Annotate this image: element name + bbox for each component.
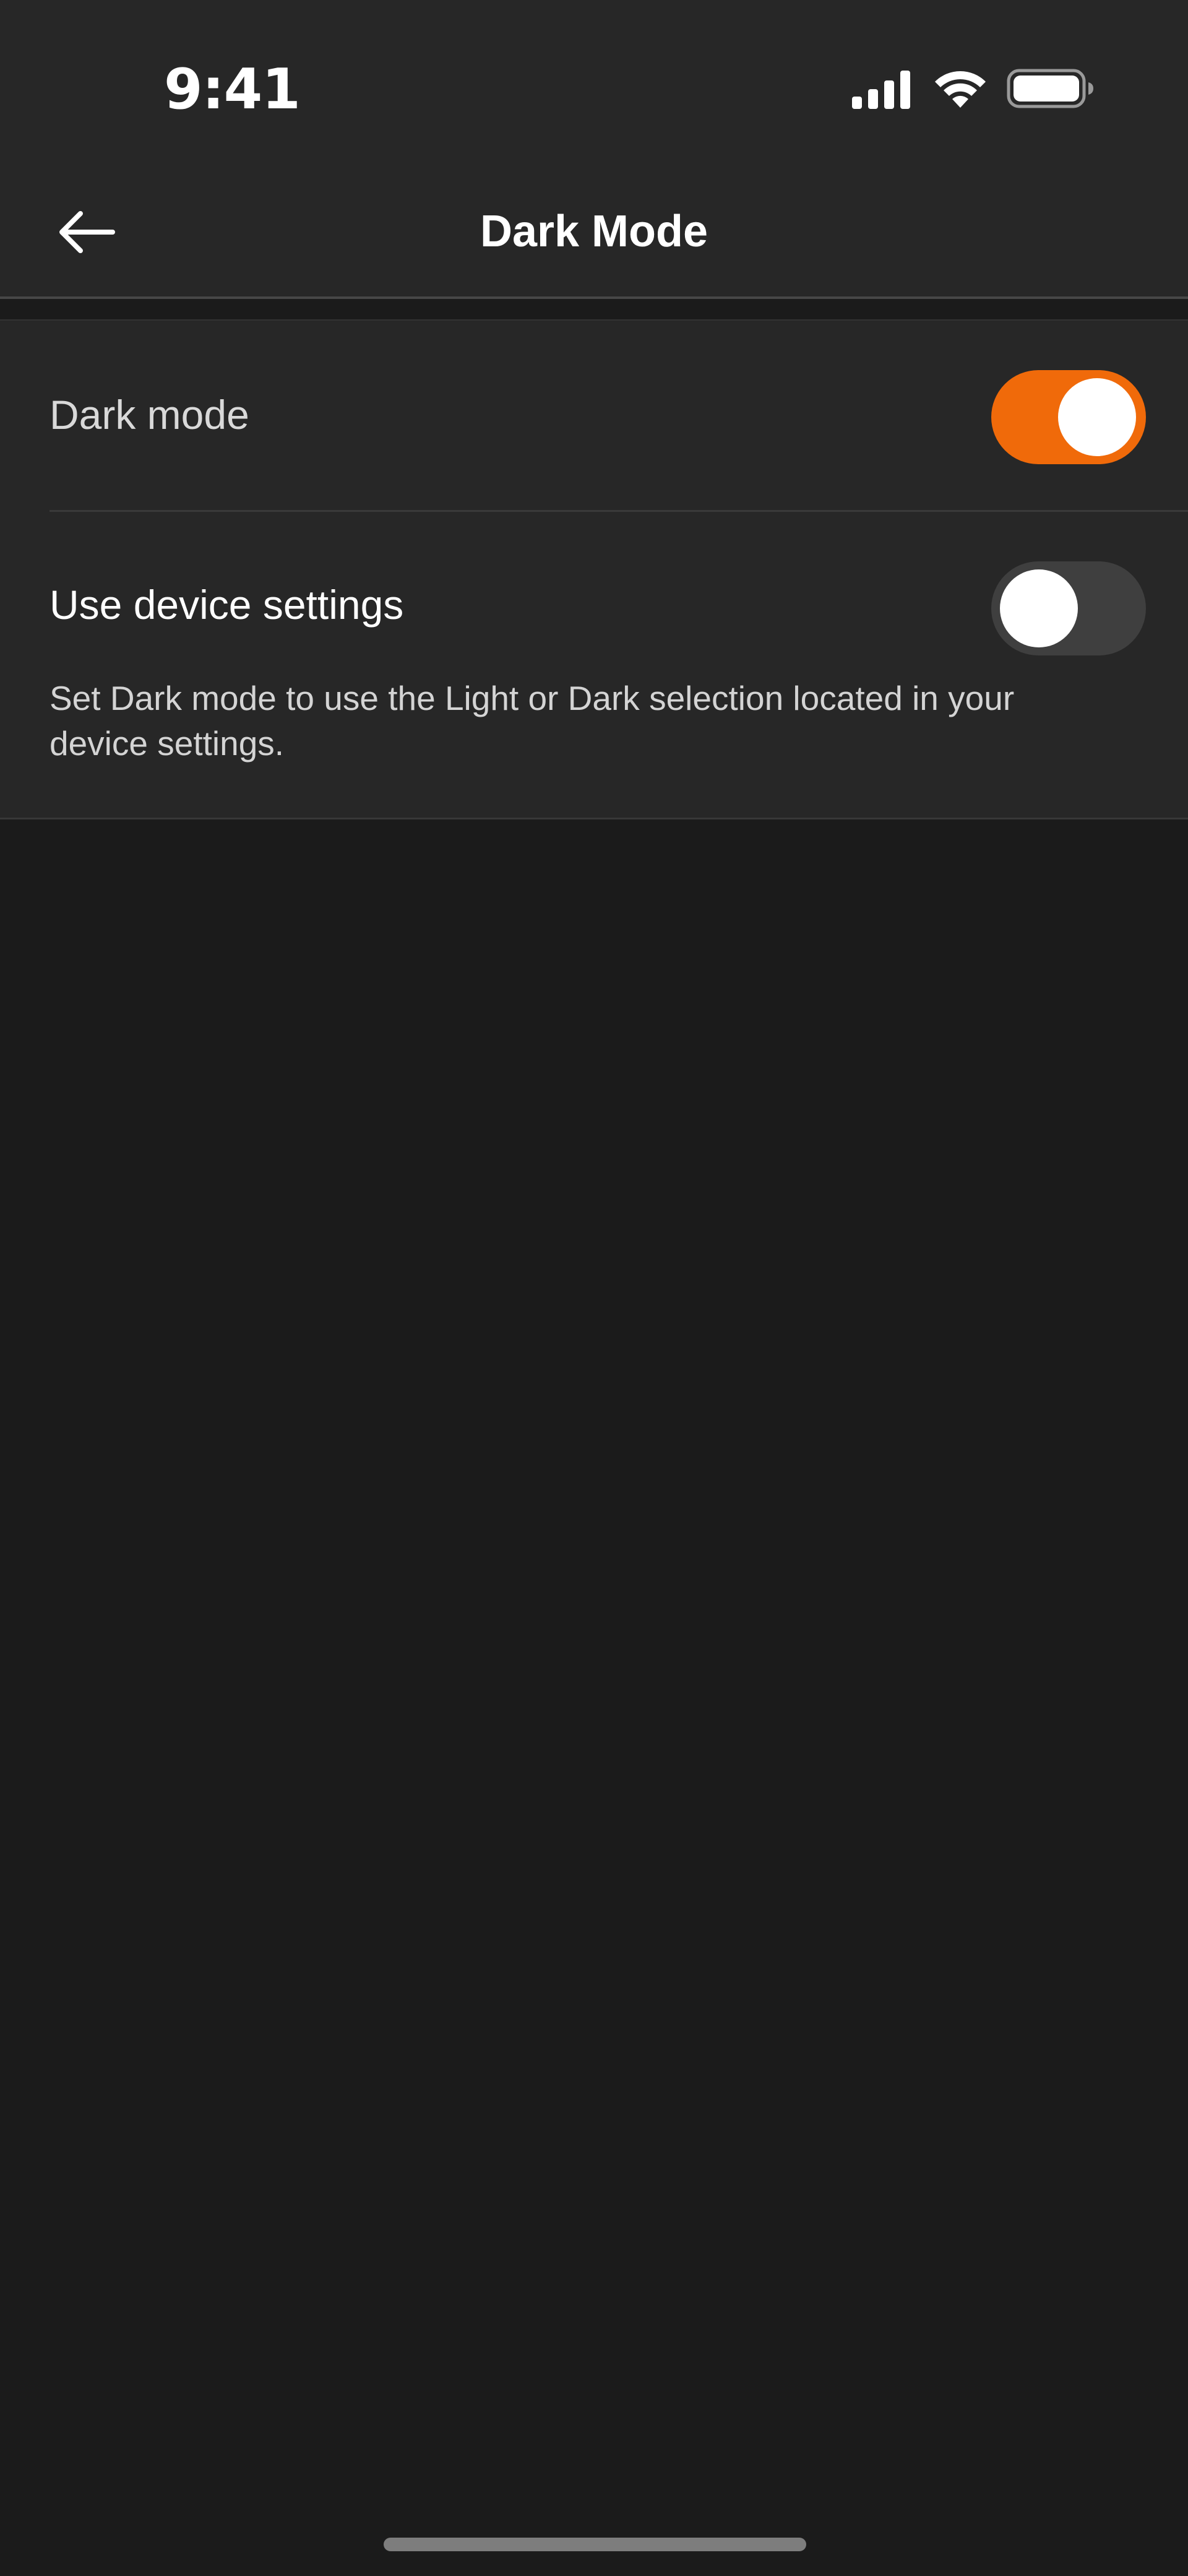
navigation-bar: Dark Mode <box>0 167 1188 299</box>
status-time: 9:41 <box>164 57 301 122</box>
page-title: Dark Mode <box>480 207 708 256</box>
toggle-knob <box>1058 378 1136 456</box>
arrow-left-icon <box>59 211 115 253</box>
home-indicator <box>384 2538 806 2551</box>
battery-icon <box>1007 69 1093 108</box>
device-settings-toggle[interactable] <box>991 561 1146 655</box>
cellular-signal-icon <box>852 71 910 109</box>
device-settings-description: Set Dark mode to use the Light or Dark s… <box>50 679 1015 763</box>
dark-mode-label: Dark mode <box>50 392 249 438</box>
wifi-icon <box>935 71 986 108</box>
status-bar: 9:41 <box>0 0 1188 167</box>
device-settings-label: Use device settings <box>50 582 404 628</box>
dark-mode-toggle[interactable] <box>991 370 1146 464</box>
dark-mode-row: Dark mode <box>0 321 1188 511</box>
back-button[interactable] <box>43 198 130 266</box>
toggle-knob <box>1000 569 1078 647</box>
status-icons <box>851 67 1093 110</box>
device-settings-row: Use device settings Set Dark mode to use… <box>0 512 1188 818</box>
settings-card: Dark mode Use device settings Set Dark m… <box>0 319 1188 819</box>
